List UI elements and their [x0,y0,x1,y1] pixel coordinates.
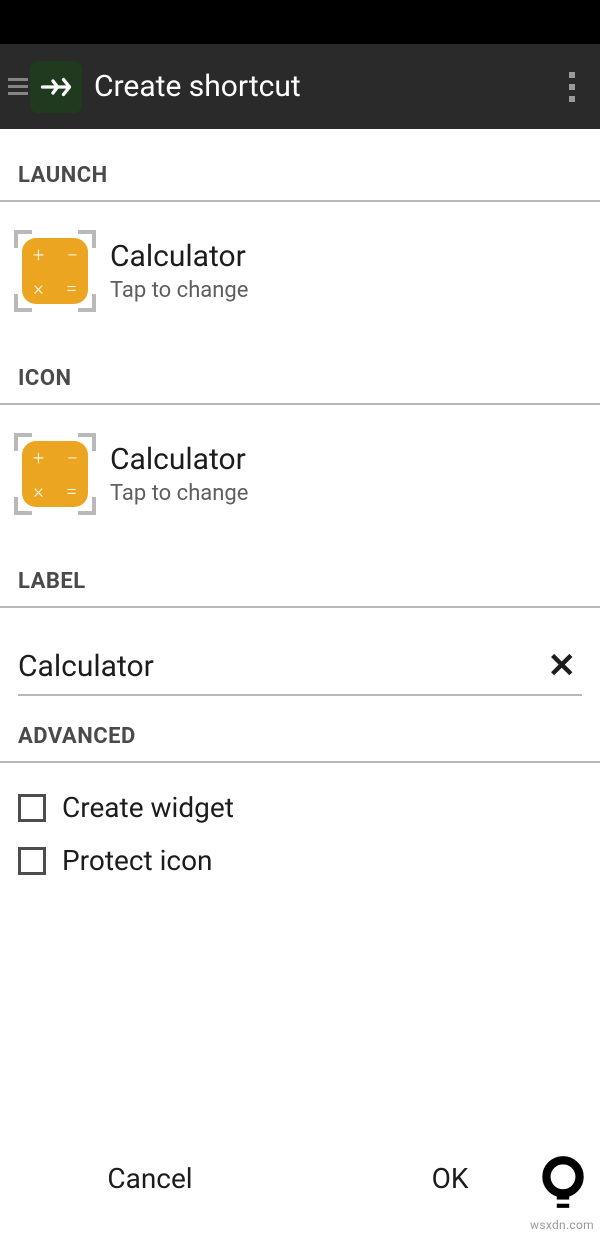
calculator-icon: +−×= [18,234,92,308]
protect-icon-row[interactable]: Protect icon [0,834,600,887]
watermark: wsxdn.com [530,1218,594,1232]
protect-icon-label: Protect icon [62,844,213,877]
section-header-advanced: ADVANCED [0,696,600,763]
protect-icon-checkbox[interactable] [18,847,46,875]
section-header-launch: LAUNCH [0,149,600,202]
icon-item-text: Calculator Tap to change [110,442,248,506]
icon-title: Calculator [110,442,248,477]
menu-icon[interactable] [8,77,28,97]
content: LAUNCH +−×= Calculator Tap to change ICO… [0,129,600,1122]
status-bar [0,0,600,44]
overflow-menu-icon[interactable] [552,57,592,117]
create-widget-label: Create widget [62,791,234,824]
clear-icon[interactable]: ✕ [542,646,583,686]
hint-bulb-icon[interactable] [538,1154,588,1216]
app-bar: Create shortcut [0,44,600,129]
bottom-bar: Cancel OK [0,1122,600,1234]
launch-item-text: Calculator Tap to change [110,239,248,303]
cancel-button[interactable]: Cancel [0,1142,300,1215]
calculator-icon: +−×= [18,437,92,511]
icon-item[interactable]: +−×= Calculator Tap to change [0,405,600,541]
launch-item[interactable]: +−×= Calculator Tap to change [0,202,600,338]
launch-title: Calculator [110,239,248,274]
app-logo-icon [30,61,82,113]
section-header-icon: ICON [0,338,600,405]
launch-subtitle: Tap to change [110,278,248,303]
label-row: ✕ [18,646,582,696]
create-widget-checkbox[interactable] [18,794,46,822]
label-input[interactable] [18,649,542,684]
page-title: Create shortcut [94,69,552,104]
section-header-label: LABEL [0,541,600,608]
create-widget-row[interactable]: Create widget [0,763,600,834]
icon-subtitle: Tap to change [110,481,248,506]
